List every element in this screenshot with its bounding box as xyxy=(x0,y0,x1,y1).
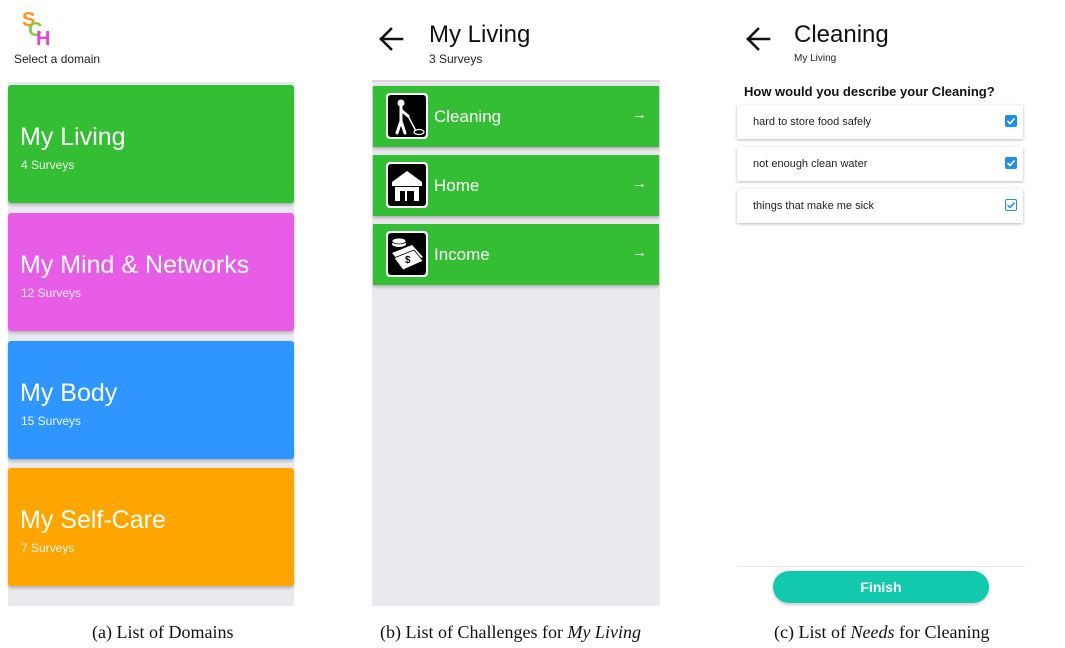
need-checkbox[interactable] xyxy=(1005,157,1017,169)
need-label: hard to store food safely xyxy=(753,116,872,128)
finish-button[interactable]: Finish xyxy=(773,571,989,603)
challenge-card-cleaning[interactable]: Cleaning → xyxy=(373,86,659,147)
challenge-label: Home xyxy=(434,176,480,195)
caption-c-suffix: for Cleaning xyxy=(894,622,990,642)
needs-screen: Cleaning My Living How would you describ… xyxy=(737,0,1025,606)
challenge-list: Cleaning → Home → $ Income → xyxy=(372,82,660,606)
arrow-right-icon: → xyxy=(632,244,647,261)
domain-survey-count: 12 Surveys xyxy=(21,286,82,300)
caption-b: (b) List of Challenges for My Living xyxy=(380,622,641,643)
cleaning-icon xyxy=(386,93,428,139)
domains-screen: S C H Select a domain My Living 4 Survey… xyxy=(8,0,294,606)
page-subtitle: My Living xyxy=(794,53,837,64)
challenge-card-home[interactable]: Home → xyxy=(373,155,659,216)
domain-card-my-living[interactable]: My Living 4 Surveys xyxy=(8,85,294,203)
domain-survey-count: 15 Surveys xyxy=(21,414,82,428)
page-title: My Living xyxy=(429,21,531,48)
svg-text:H: H xyxy=(36,28,50,48)
need-row[interactable]: hard to store food safely xyxy=(737,105,1023,139)
challenge-label: Income xyxy=(434,245,490,264)
needs-question: How would you describe your Cleaning? xyxy=(744,84,995,99)
caption-c: (c) List of Needs for Cleaning xyxy=(774,622,989,643)
caption-c-italic: Needs xyxy=(850,622,895,642)
arrow-right-icon: → xyxy=(632,175,647,192)
caption-c-text: (c) List of xyxy=(774,622,851,642)
domain-card-my-body[interactable]: My Body 15 Surveys xyxy=(8,341,294,459)
domain-survey-count: 7 Surveys xyxy=(21,541,75,555)
domain-name: My Body xyxy=(20,379,118,407)
challenge-label: Cleaning xyxy=(434,107,502,126)
need-checkbox[interactable] xyxy=(1005,199,1017,211)
caption-a: (a) List of Domains xyxy=(92,622,234,642)
need-row[interactable]: not enough clean water xyxy=(737,147,1023,181)
domain-name: My Mind & Networks xyxy=(20,251,250,279)
domain-survey-count: 4 Surveys xyxy=(21,158,75,172)
arrow-right-icon: → xyxy=(632,106,647,123)
domain-name: My Living xyxy=(20,123,126,151)
caption-b-text: (b) List of Challenges for xyxy=(380,622,568,642)
page-subtitle: 3 Surveys xyxy=(429,52,483,66)
challenges-screen: My Living 3 Surveys Cleaning → Home → $ … xyxy=(372,0,660,606)
income-icon: $ xyxy=(386,231,428,277)
page-title: Cleaning xyxy=(794,21,889,48)
challenge-card-income[interactable]: $ Income → xyxy=(373,224,659,285)
need-label: not enough clean water xyxy=(753,158,868,170)
arrow-left-icon[interactable] xyxy=(745,26,771,58)
home-icon xyxy=(386,162,428,208)
domain-list: My Living 4 Surveys My Mind & Networks 1… xyxy=(8,82,294,606)
domain-card-my-mind-networks[interactable]: My Mind & Networks 12 Surveys xyxy=(8,213,294,331)
domain-name: My Self-Care xyxy=(20,506,166,534)
footer-divider xyxy=(737,566,1025,567)
arrow-left-icon[interactable] xyxy=(378,26,404,58)
select-domain-label: Select a domain xyxy=(14,52,101,66)
need-row[interactable]: things that make me sick xyxy=(737,189,1023,223)
need-checkbox[interactable] xyxy=(1005,115,1017,127)
need-label: things that make me sick xyxy=(753,200,875,212)
caption-b-italic: My Living xyxy=(567,622,641,642)
svg-text:$: $ xyxy=(405,255,411,266)
sch-logo: S C H xyxy=(22,9,50,48)
domain-card-my-self-care[interactable]: My Self-Care 7 Surveys xyxy=(8,468,294,586)
